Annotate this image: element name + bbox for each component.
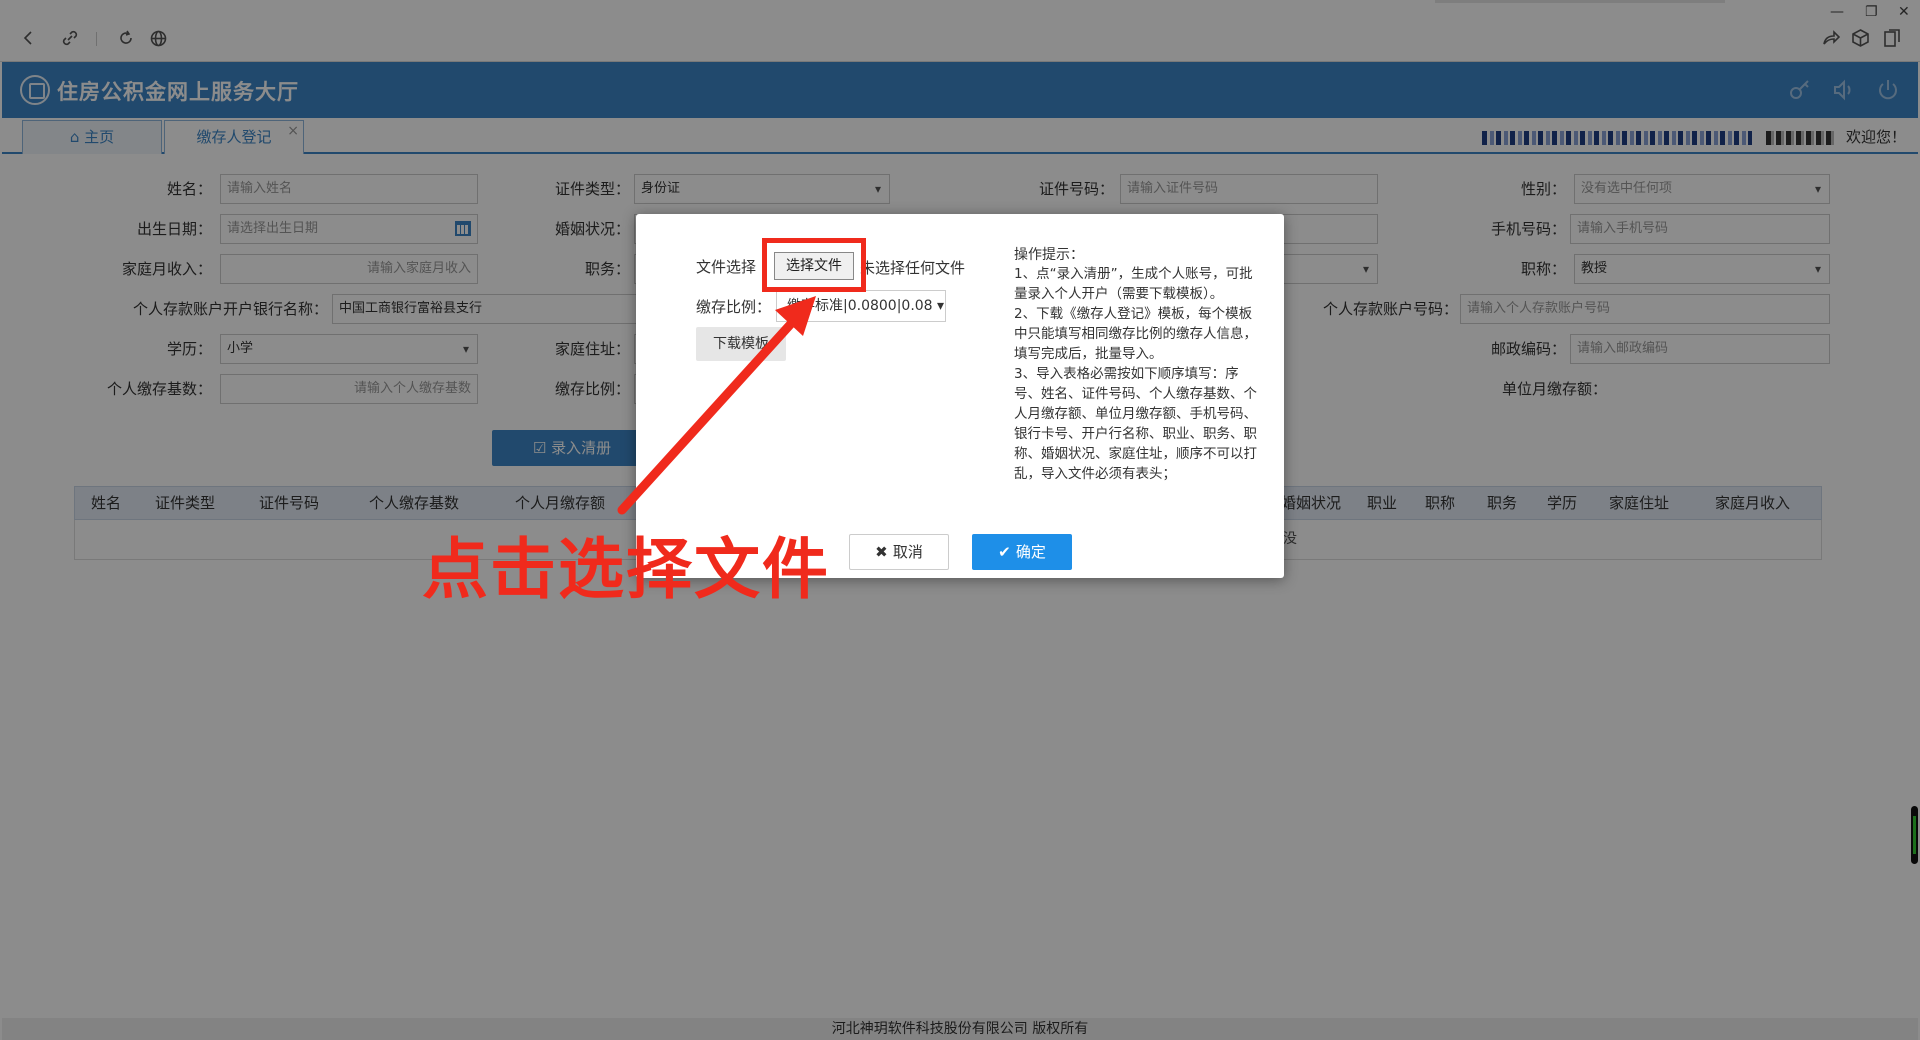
annotation-text: 点击选择文件 <box>422 531 830 608</box>
annotation-arrow-icon <box>617 296 816 515</box>
